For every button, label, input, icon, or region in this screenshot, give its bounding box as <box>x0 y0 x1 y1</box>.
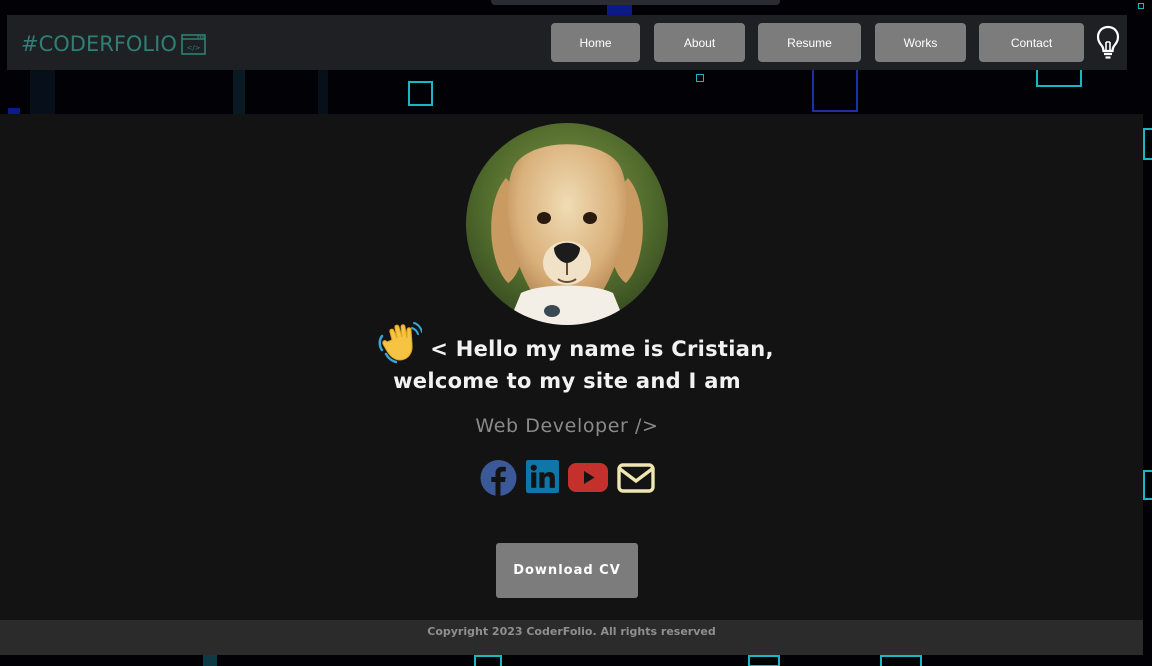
navbar: #CODERFOLIO </> Home About Resume Works … <box>7 15 1127 70</box>
email-icon[interactable] <box>617 462 655 494</box>
nav-resume-label: Resume <box>787 35 832 50</box>
waving-hand-icon <box>378 322 423 364</box>
svg-text:</>: </> <box>186 44 200 52</box>
greeting: < Hello my name is Cristian, welcome to … <box>370 322 780 397</box>
footer: Copyright 2023 CoderFolio. All rights re… <box>0 620 1143 655</box>
greeting-line-2: welcome to my site and I am <box>393 369 741 393</box>
avatar <box>466 123 668 325</box>
lightbulb-icon[interactable] <box>1096 25 1120 59</box>
download-cv-label: Download CV <box>513 563 621 578</box>
nav-contact-button[interactable]: Contact <box>979 23 1084 62</box>
role-text: Web Developer /> <box>475 415 659 437</box>
nav-works-button[interactable]: Works <box>875 23 966 62</box>
nav-about-label: About <box>683 35 716 50</box>
logo-text: #CODERFOLIO <box>21 32 177 56</box>
logo[interactable]: #CODERFOLIO </> <box>21 31 206 57</box>
social-links <box>480 460 660 496</box>
hero-card: < Hello my name is Cristian, welcome to … <box>0 114 1143 620</box>
nav-about-button[interactable]: About <box>654 23 745 62</box>
copyright-text: Copyright 2023 CoderFolio. All rights re… <box>427 625 716 638</box>
greeting-line-1: < Hello my name is Cristian, <box>430 336 774 361</box>
avatar-image <box>466 123 668 325</box>
nav-resume-button[interactable]: Resume <box>758 23 861 62</box>
nav-home-label: Home <box>579 35 612 50</box>
code-window-icon: </> <box>181 34 206 55</box>
facebook-icon[interactable] <box>480 460 517 496</box>
youtube-icon[interactable] <box>568 463 608 492</box>
linkedin-icon[interactable] <box>526 460 559 493</box>
nav-contact-label: Contact <box>1010 35 1053 50</box>
nav-works-label: Works <box>903 35 938 50</box>
download-cv-button[interactable]: Download CV <box>496 543 638 598</box>
top-strip <box>491 0 780 5</box>
nav-home-button[interactable]: Home <box>551 23 640 62</box>
